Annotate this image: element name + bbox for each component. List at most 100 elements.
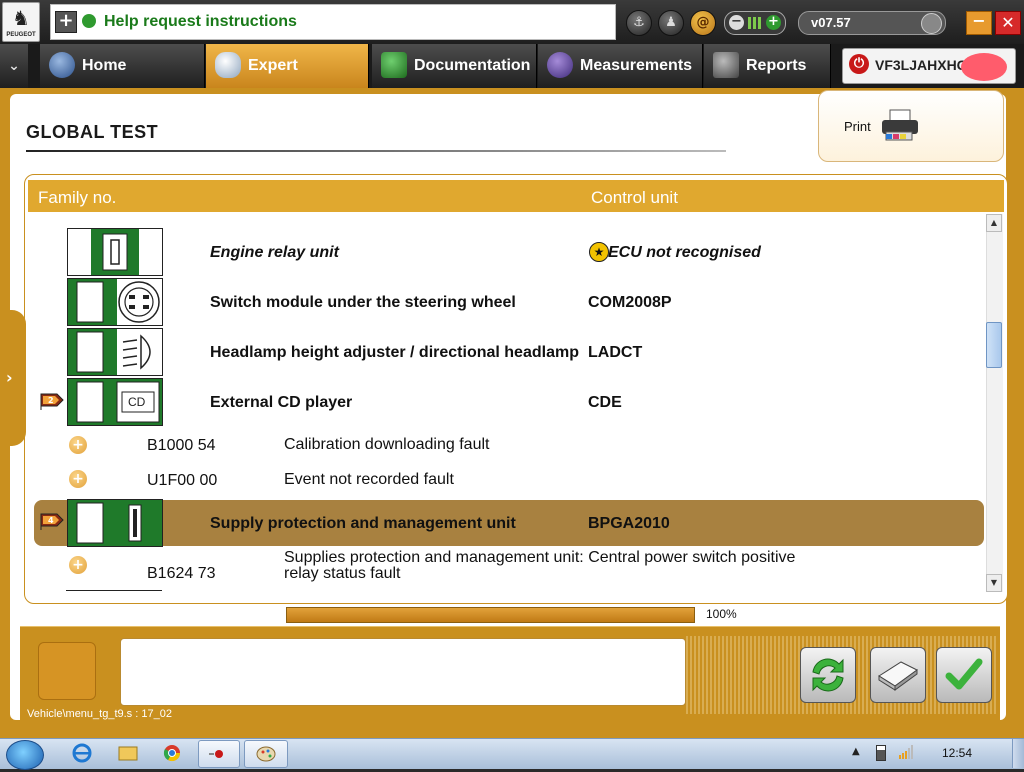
table-header (28, 180, 1004, 212)
minus-icon[interactable]: − (729, 15, 744, 30)
print-label[interactable]: Print (844, 119, 871, 134)
scroll-up-arrow-icon[interactable]: ▲ (986, 214, 1002, 232)
ie-icon[interactable] (68, 742, 96, 764)
refresh-button[interactable] (800, 647, 856, 703)
tab-measurements-label: Measurements (580, 57, 693, 74)
home-icon (49, 52, 75, 78)
tab-home[interactable]: Home (40, 44, 205, 88)
anchor-icon[interactable]: ⚓ (626, 10, 652, 36)
diagbox-icon (209, 750, 223, 758)
bell-icon[interactable]: ♟ (658, 10, 684, 36)
close-button[interactable]: ✕ (995, 11, 1021, 35)
show-desktop-button[interactable] (1012, 739, 1024, 768)
start-button[interactable] (6, 740, 44, 770)
waveform-icon (547, 52, 573, 78)
tab-home-label: Home (82, 57, 127, 74)
tab-expert[interactable]: Expert (206, 44, 369, 88)
zoom-toggle[interactable]: − + (724, 11, 786, 35)
report-icon (713, 52, 739, 78)
ecu-supply-unit-icon (67, 499, 163, 547)
expand-plus-icon[interactable]: + (69, 436, 87, 454)
folder-icon[interactable] (114, 742, 142, 764)
expand-plus-icon[interactable]: + (69, 556, 87, 574)
column-header-family[interactable]: Family no. (38, 188, 116, 208)
redaction-mark (961, 53, 1007, 81)
row-divider (66, 590, 162, 591)
row-name[interactable]: Engine relay unit (210, 244, 339, 262)
vehicle-vin-badge[interactable]: ⏻ VF3LJAHXHGS (842, 48, 1016, 84)
logo-brand-text: PEUGEOT (6, 32, 36, 38)
plus-icon[interactable]: + (766, 15, 781, 30)
tab-expert-label: Expert (248, 57, 298, 74)
row-unit: CDE (588, 394, 622, 411)
fault-flag-icon: 4 (40, 513, 64, 530)
version-text: v07.57 (811, 15, 851, 30)
windows-taskbar (0, 738, 1024, 769)
progress-bar (286, 607, 695, 623)
message-box (120, 638, 686, 706)
tray-expand-icon[interactable]: ▲ (852, 746, 860, 757)
chevron-right-icon: › (6, 368, 13, 387)
scrollbar-thumb[interactable] (986, 322, 1002, 368)
ecu-relay-icon (67, 228, 163, 276)
palette-icon (256, 746, 276, 762)
book-icon (381, 52, 407, 78)
tab-reports[interactable]: Reports (704, 44, 831, 88)
page-title: GLOBAL TEST (26, 122, 159, 142)
knob-icon[interactable] (921, 13, 942, 34)
confirm-button[interactable] (936, 647, 992, 703)
fault-description: Supplies protection and management unit:… (284, 549, 796, 582)
fault-description: Calibration downloading fault (284, 436, 490, 453)
version-badge: v07.57 (798, 11, 946, 35)
row-unit: ECU not recognised (608, 244, 761, 261)
ecu-headlamp-icon (67, 328, 163, 376)
fault-code: B1000 54 (147, 437, 216, 454)
refresh-arrows-icon (812, 658, 844, 692)
row-name[interactable]: Switch module under the steering wheel (210, 294, 516, 312)
power-icon[interactable]: ⏻ (849, 54, 869, 74)
network-signal-icon[interactable] (898, 744, 914, 760)
taskbar-clock[interactable]: 12:54 (942, 746, 972, 760)
ecu-steering-switch-icon (67, 278, 163, 326)
battery-icon[interactable] (876, 745, 886, 761)
status-square (38, 642, 96, 700)
scroll-down-arrow-icon[interactable]: ▼ (986, 574, 1002, 592)
side-panel-handle[interactable]: › (0, 310, 26, 446)
ecu-cd-player-icon: CD (67, 378, 163, 426)
vertical-scrollbar[interactable] (986, 214, 1003, 592)
cd-label: CD (128, 395, 146, 409)
expand-plus-icon[interactable]: + (69, 470, 87, 488)
fault-code: U1F00 00 (147, 472, 218, 489)
row-name[interactable]: Supply protection and management unit (210, 515, 516, 533)
tab-documentation-label: Documentation (414, 57, 531, 74)
help-request-bar[interactable]: + Help request instructions (50, 4, 616, 40)
minimize-button[interactable]: − (966, 11, 992, 35)
flag-number: 4 (48, 516, 54, 525)
printer-icon[interactable] (878, 108, 922, 144)
tab-measurements[interactable]: Measurements (538, 44, 703, 88)
checkmark-icon (945, 658, 983, 690)
magnifier-icon (215, 52, 241, 78)
chevron-down-icon[interactable]: ⌄ (0, 44, 28, 88)
column-header-unit[interactable]: Control unit (591, 188, 678, 208)
star-icon: ★ (589, 242, 609, 262)
help-request-text: Help request instructions (104, 13, 297, 30)
row-unit: BPGA2010 (588, 515, 670, 532)
row-name[interactable]: External CD player (210, 394, 352, 412)
fault-flag-icon: 2 (40, 393, 64, 410)
level-bars-icon (748, 17, 762, 29)
row-unit: LADCT (588, 344, 643, 361)
taskbar-app-paint[interactable] (244, 740, 288, 768)
expand-plus-icon[interactable]: + (55, 11, 77, 33)
lion-icon: ♞ (12, 6, 30, 30)
taskbar-app-diagbox[interactable] (198, 740, 240, 768)
tape-button[interactable] (870, 647, 926, 703)
progress-label: 100% (706, 607, 737, 621)
at-icon[interactable]: @ (690, 10, 716, 36)
progress-fill (287, 608, 694, 622)
fault-description: Event not recorded fault (284, 471, 454, 488)
tab-documentation[interactable]: Documentation (372, 44, 537, 88)
chrome-icon[interactable] (158, 742, 186, 764)
flag-number: 2 (48, 396, 54, 405)
row-name[interactable]: Headlamp height adjuster / directional h… (210, 344, 579, 362)
